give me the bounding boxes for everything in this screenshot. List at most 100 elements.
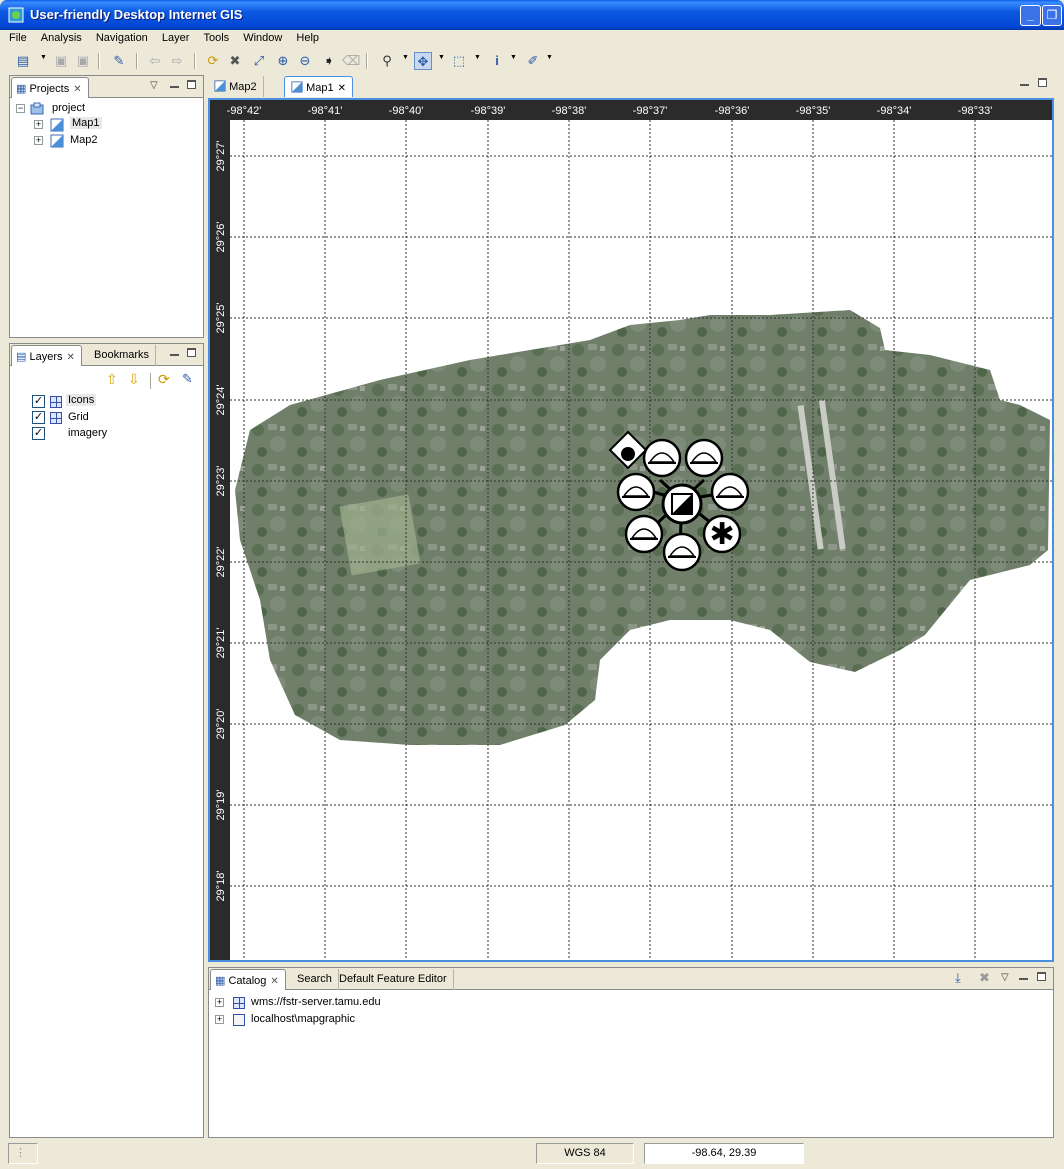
longitude-label: -98°33' — [958, 105, 993, 117]
main-toolbar: ▤ ▼ ▣ ▣ ✎ ⇦ ⇨ ⟳ ✖ ⤢ ⊕ ⊖ ➧ ⌫ ⚲ ▼ ✥ ▼ ⬚ ▼ … — [4, 50, 1060, 72]
view-menu-icon[interactable]: ▽ — [150, 80, 158, 91]
latitude-label: 29°20' — [215, 709, 227, 740]
save-all-icon[interactable]: ▣ — [74, 52, 92, 70]
minimize-button[interactable]: _ — [1020, 5, 1041, 26]
map-icon — [291, 81, 303, 93]
stop-icon[interactable]: ✖ — [226, 52, 244, 70]
window-title-bar[interactable]: User-friendly Desktop Internet GIS _ ❐ — [0, 0, 1064, 30]
next-icon[interactable]: ➧ — [320, 52, 338, 70]
maximize-view-icon[interactable] — [1038, 78, 1047, 90]
close-icon[interactable]: ✕ — [270, 976, 278, 987]
restore-button[interactable]: ❐ — [1042, 5, 1062, 26]
map-icon — [50, 118, 64, 132]
grid-layer-icon — [50, 412, 62, 424]
refresh-layer-icon[interactable]: ⟳ — [158, 371, 170, 388]
menu-help[interactable]: Help — [291, 30, 325, 44]
expand-icon: + — [215, 997, 224, 1007]
tab-map2[interactable]: Map2 — [208, 76, 264, 97]
menu-window[interactable]: Window — [238, 30, 288, 44]
close-icon[interactable]: ✕ — [73, 84, 81, 95]
map-icon — [50, 134, 64, 148]
close-icon[interactable]: ✕ — [67, 352, 75, 363]
longitude-label: -98°40' — [389, 105, 424, 117]
close-icon[interactable]: ✕ — [338, 83, 346, 94]
refresh-icon[interactable]: ⟳ — [204, 52, 222, 70]
minimize-view-icon[interactable] — [1020, 78, 1029, 89]
clear-icon[interactable]: ⌫ — [342, 52, 360, 70]
tab-map1[interactable]: Map1 ✕ — [284, 76, 353, 97]
zoom-out-icon[interactable]: ⊖ — [296, 52, 314, 70]
longitude-label: -98°35' — [796, 105, 831, 117]
remove-icon[interactable]: ✖ — [979, 970, 990, 986]
longitude-label: -98°39' — [471, 105, 506, 117]
latitude-label: 29°23' — [215, 466, 227, 497]
minimize-view-icon[interactable] — [170, 80, 179, 91]
latitude-label: 29°27' — [215, 141, 227, 172]
info-icon[interactable]: i — [488, 52, 506, 70]
save-icon[interactable]: ▣ — [52, 52, 70, 70]
latitude-label: 29°25' — [215, 303, 227, 334]
tab-default-feature-editor[interactable]: Default Feature Editor — [335, 969, 454, 990]
project-folder-icon — [30, 102, 44, 115]
minimize-view-icon[interactable] — [170, 348, 179, 359]
map-view[interactable]: -98°42' -98°41' -98°40' -98°39' -98°38' -98°3… — [210, 100, 1052, 960]
view-menu-icon[interactable]: ▽ — [1001, 972, 1009, 983]
map-icon — [214, 80, 226, 92]
status-grip: ⋮ — [8, 1143, 38, 1164]
maximize-view-icon[interactable] — [1037, 972, 1046, 984]
expand-icon: + — [34, 135, 43, 145]
tree-item-project[interactable]: − project — [16, 101, 196, 117]
longitude-label: -98°41' — [308, 105, 343, 117]
tab-projects[interactable]: ▦ Projects ✕ — [11, 77, 89, 98]
tab-catalog[interactable]: ▦ Catalog ✕ — [210, 969, 286, 990]
catalog-item-mapgraphic[interactable]: + localhost\mapgraphic — [215, 1012, 615, 1028]
layer-row-grid[interactable]: ✓ Grid — [16, 410, 196, 426]
crs-button[interactable]: WGS 84 — [536, 1143, 634, 1164]
new-map-icon[interactable]: ✎ — [110, 52, 128, 70]
maximize-view-icon[interactable] — [187, 80, 196, 92]
tree-item-map1[interactable]: + Map1 — [34, 117, 194, 133]
zoom-in-icon[interactable]: ⊕ — [274, 52, 292, 70]
search-icon[interactable]: ⚲ — [378, 52, 396, 70]
catalog-item-wms[interactable]: + wms://fstr-server.tamu.edu — [215, 995, 615, 1011]
layers-panel: ▤ Layers ✕ Bookmarks ⇧ ⇩ ⟳ ✎ ✓ Icons ✓ Gr… — [9, 343, 204, 1138]
move-down-icon[interactable]: ⇩ — [128, 371, 140, 388]
layer-style-icon[interactable]: ✎ — [182, 371, 193, 387]
status-bar: ⋮ WGS 84 -98.64, 29.39 — [4, 1140, 1060, 1166]
back-icon[interactable]: ⇦ — [146, 52, 164, 70]
expand-icon: + — [34, 119, 43, 129]
longitude-label: -98°38' — [552, 105, 587, 117]
tab-bookmarks[interactable]: Bookmarks — [90, 345, 157, 366]
layer-visibility-checkbox[interactable]: ✓ — [32, 411, 45, 424]
layer-visibility-checkbox[interactable]: ✓ — [32, 395, 45, 408]
pan-icon[interactable]: ✥ — [414, 52, 432, 70]
import-icon[interactable]: ⤓ — [955, 970, 961, 986]
zoom-extent-icon[interactable]: ⤢ — [250, 52, 268, 70]
select-icon[interactable]: ⬚ — [450, 52, 468, 70]
layer-row-icons[interactable]: ✓ Icons — [16, 394, 196, 410]
menu-navigation[interactable]: Navigation — [91, 30, 154, 44]
medical-star-icon: ✱ — [702, 514, 742, 554]
app-globe-icon — [8, 7, 24, 23]
new-icon[interactable]: ▤ — [14, 52, 32, 70]
move-up-icon[interactable]: ⇧ — [106, 371, 118, 388]
menu-analysis[interactable]: Analysis — [36, 30, 88, 44]
layer-row-imagery[interactable]: ✓ imagery — [16, 426, 196, 442]
wms-icon — [233, 997, 245, 1009]
menu-tools[interactable]: Tools — [198, 30, 235, 44]
menu-layer[interactable]: Layer — [157, 30, 196, 44]
firefighter-icon — [710, 472, 750, 512]
tab-search[interactable]: Search — [293, 969, 339, 990]
tab-layers[interactable]: ▤ Layers ✕ — [11, 345, 82, 366]
layer-visibility-checkbox[interactable]: ✓ — [32, 427, 45, 440]
grid-layer-icon — [50, 396, 62, 408]
mapgraphic-icon — [233, 1014, 245, 1026]
forward-icon[interactable]: ⇨ — [168, 52, 186, 70]
maximize-view-icon[interactable] — [187, 348, 196, 360]
tree-item-map2[interactable]: + Map2 — [34, 133, 194, 149]
menu-file[interactable]: File — [4, 30, 33, 44]
map-canvas[interactable]: -98°42' -98°41' -98°40' -98°39' -98°38' -98°3… — [208, 98, 1054, 962]
expand-icon: + — [215, 1014, 224, 1024]
edit-icon[interactable]: ✐ — [524, 52, 542, 70]
minimize-view-icon[interactable] — [1019, 972, 1028, 983]
